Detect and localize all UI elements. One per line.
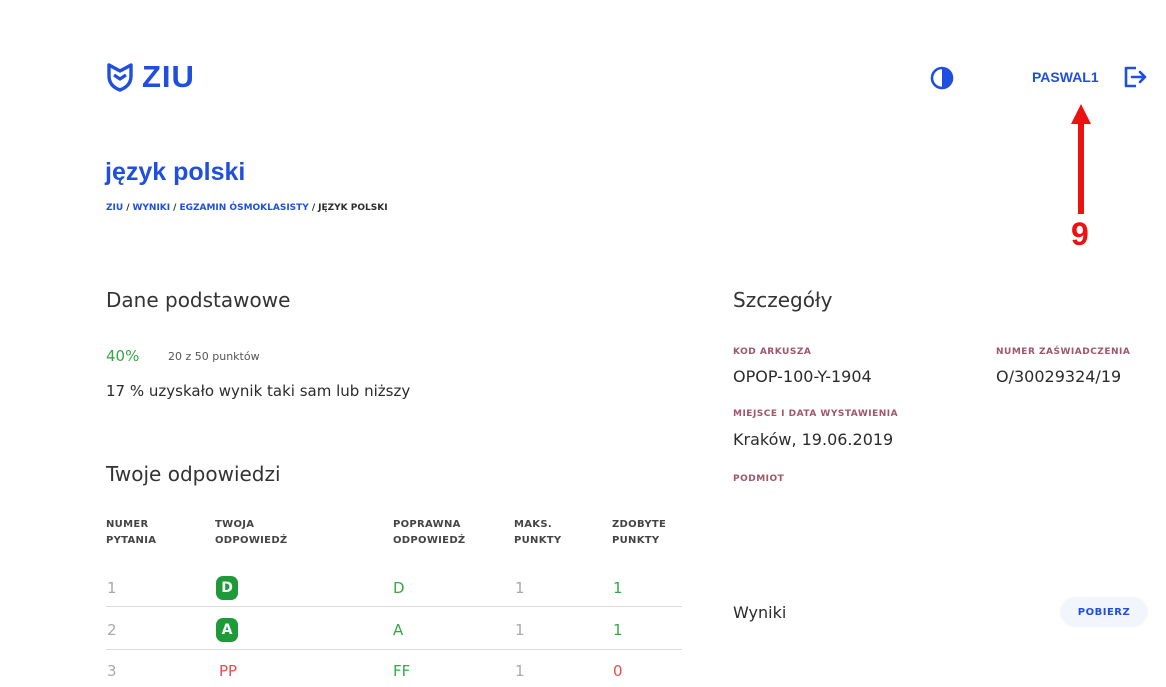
breadcrumb-separator: / [311,203,316,213]
details-heading: Szczegóły [733,288,833,312]
row-divider [106,606,682,607]
sheet-code-label: KOD ARKUSZA [733,347,812,357]
basic-data-heading: Dane podstawowe [106,288,291,312]
breadcrumb-egzamin[interactable]: EGZAMIN ÓSMOKLASISTY [179,203,308,213]
user-name-link[interactable]: PASWAL1 [1032,69,1099,85]
breadcrumb-current: JĘZYK POLSKI [318,203,388,213]
breadcrumb-separator: / [126,203,130,213]
row-2-correct-answer: A [393,621,404,639]
row-3-number: 3 [107,662,117,680]
results-label: Wyniki [733,603,787,622]
score-percent: 40% [106,347,140,365]
col-header-line: NUMER [106,519,149,530]
logo-text: ZIU [142,59,195,94]
col-header-line: ZDOBYTE [612,519,667,530]
annotation-number: 9 [1071,216,1089,252]
issue-place-date-label: MIEJSCE I DATA WYSTAWIENIA [733,409,899,419]
col-header-line: POPRAWNA [393,519,461,530]
col-header-line: PYTANIA [106,535,157,546]
col-header-line: MAKS. [514,519,552,530]
percentile-text: 17 % uzyskało wynik taki sam lub niższy [106,382,411,400]
col-header-your-answer: TWOJA ODPOWIEDŹ [215,517,287,549]
row-divider [106,649,682,650]
breadcrumb-separator: / [173,203,177,213]
breadcrumb: ZIU / WYNIKI / EGZAMIN ÓSMOKLASISTY / JĘ… [106,203,388,213]
page-title: język polski [105,158,246,186]
row-2-max-points: 1 [515,621,525,639]
download-button[interactable]: POBIERZ [1060,597,1148,627]
col-header-line: PUNKTY [514,535,562,546]
row-2-your-answer: A [216,618,238,642]
col-header-line: PUNKTY [612,535,660,546]
entity-label: PODMIOT [733,474,785,484]
row-2-number: 2 [107,621,117,639]
row-1-correct-answer: D [393,579,405,597]
col-header-correct-answer: POPRAWNA ODPOWIEDŹ [393,517,465,549]
row-3-max-points: 1 [515,662,525,680]
row-3-correct-answer: FF [393,662,411,680]
col-header-scored-points: ZDOBYTE PUNKTY [612,517,666,549]
answers-heading: Twoje odpowiedzi [106,462,281,486]
breadcrumb-wyniki[interactable]: WYNIKI [132,203,170,213]
issue-place-date-value: Kraków, 19.06.2019 [733,430,894,449]
row-2-scored-points: 1 [613,621,623,639]
col-header-line: TWOJA [215,519,255,530]
row-3-your-answer: PP [219,662,238,680]
annotation-arrow [1071,104,1091,214]
score-points: 20 z 50 punktów [168,350,260,363]
col-header-line: ODPOWIEDŹ [393,535,466,546]
row-1-scored-points: 1 [613,579,623,597]
sheet-code-value: OPOP-100-Y-1904 [733,367,872,386]
logo[interactable]: ZIU [106,59,195,95]
row-1-max-points: 1 [515,579,525,597]
shield-logo-icon [107,63,133,92]
col-header-line: ODPOWIEDŹ [215,535,288,546]
col-header-max-points: MAKS. PUNKTY [514,517,561,549]
contrast-icon[interactable] [930,66,954,90]
row-3-scored-points: 0 [613,662,623,680]
col-header-number: NUMER PYTANIA [106,517,156,549]
certificate-number-value: O/30029324/19 [996,367,1122,386]
logout-icon[interactable] [1122,64,1148,90]
breadcrumb-ziu[interactable]: ZIU [106,203,123,213]
row-1-number: 1 [107,579,117,597]
certificate-number-label: NUMER ZAŚWIADCZENIA [996,347,1131,357]
row-1-your-answer: D [216,576,238,600]
